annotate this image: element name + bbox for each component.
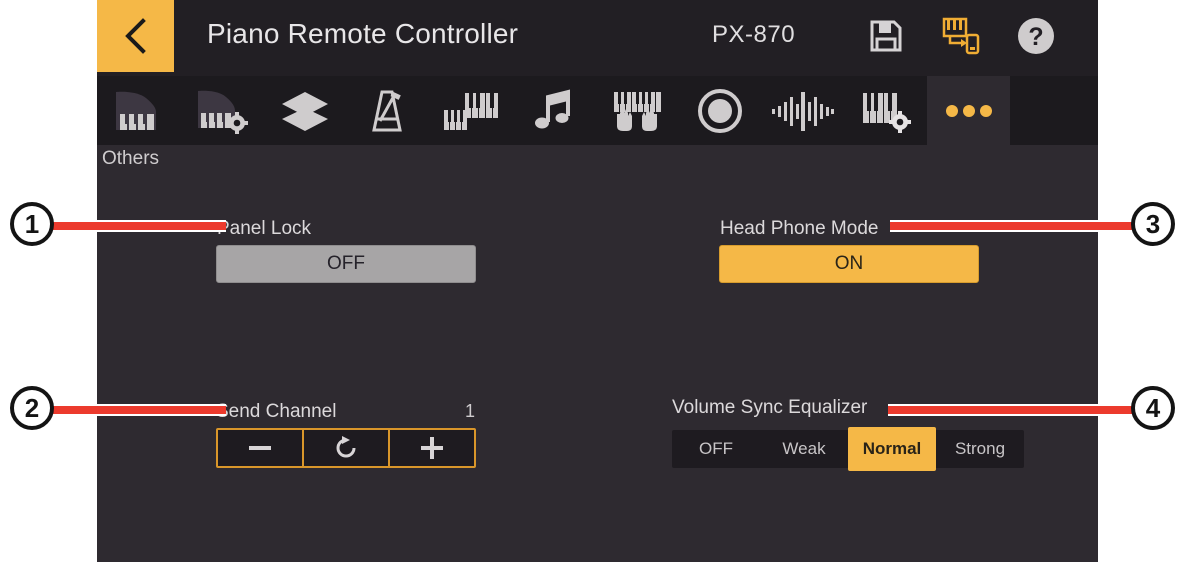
tab-music[interactable] [512,76,595,145]
more-dots-icon [943,101,995,121]
send-channel-decrement-button[interactable] [218,430,302,466]
tab-duet[interactable] [595,76,678,145]
callout-marker-2: 2 [10,386,54,430]
svg-text:?: ? [1028,23,1043,51]
page-title: Piano Remote Controller [207,18,519,49]
send-channel-label: Send Channel [216,401,337,422]
duet-hands-keyboard-icon [608,88,666,134]
vse-option-normal[interactable]: Normal [848,427,936,471]
app-header: Piano Remote Controller PX-870 ? [97,0,1098,76]
vse-option-strong[interactable]: Strong [936,430,1024,468]
panel-lock-label: Panel Lock [217,218,312,239]
tab-piano-settings[interactable] [180,76,263,145]
head-phone-mode-toggle[interactable]: ON [719,245,979,283]
record-circle-icon [696,87,744,135]
tab-others[interactable] [927,76,1010,145]
callout-marker-1: 1 [10,202,54,246]
piano-to-device-transfer-icon [941,16,981,61]
tab-keyboard-setting[interactable] [844,76,927,145]
tab-grand-piano[interactable] [97,76,180,145]
send-channel-value: 1 [464,401,475,421]
transfer-to-device-button[interactable] [937,14,985,62]
section-label: Others [102,148,160,169]
help-button[interactable]: ? [1012,14,1060,62]
tab-metronome[interactable] [346,76,429,145]
plus-icon [418,434,446,462]
layers-icon [278,88,332,134]
chevron-left-icon [121,16,151,56]
tab-recorder[interactable] [678,76,761,145]
tab-effects[interactable] [761,76,844,145]
send-channel-stepper[interactable] [216,428,476,468]
back-button[interactable] [97,0,174,72]
tab-layer[interactable] [263,76,346,145]
keyboard-gear-icon [859,88,913,134]
grand-piano-icon [112,88,166,134]
panel-lock-toggle[interactable]: OFF [216,245,476,283]
grand-piano-gear-icon [195,88,249,134]
callout-line-1 [52,220,226,232]
callout-line-2 [52,404,226,416]
tab-bar[interactable] [97,76,1098,145]
callout-marker-4: 4 [1131,386,1175,430]
question-mark-help-icon: ? [1016,16,1056,61]
send-channel-reset-button[interactable] [302,430,388,466]
volume-sync-equalizer-label: Volume Sync Equalizer [672,397,868,418]
floppy-disk-save-icon [868,18,904,59]
app-panel: Piano Remote Controller PX-870 ? Others … [97,0,1098,562]
callout-line-4 [888,404,1133,416]
head-phone-mode-label: Head Phone Mode [720,218,879,239]
callout-marker-3: 3 [1131,202,1175,246]
split-keyboard-icon [442,88,500,134]
music-note-icon [531,88,577,134]
vse-option-off[interactable]: OFF [672,430,760,468]
save-button[interactable] [862,14,910,62]
metronome-icon [361,88,415,134]
volume-sync-equalizer-segmented[interactable]: OFF Weak Normal Strong [672,427,1024,471]
send-channel-increment-button[interactable] [388,430,474,466]
tab-split[interactable] [429,76,512,145]
audio-waveform-icon [770,88,836,134]
model-name: PX-870 [712,21,796,48]
reset-refresh-icon [332,434,360,462]
callout-line-3 [890,220,1133,232]
vse-option-weak[interactable]: Weak [760,430,848,468]
minus-icon [245,435,275,461]
